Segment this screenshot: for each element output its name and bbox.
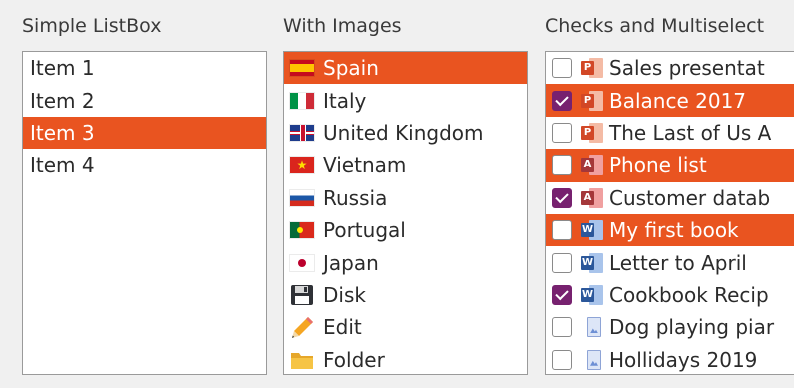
- list-item-cookbook-recipes[interactable]: W Cookbook Recip: [546, 279, 794, 311]
- list-item-phone-list[interactable]: A Phone list: [546, 149, 794, 182]
- checks-listbox[interactable]: P Sales presentat P Balance 2017 P The L…: [545, 51, 794, 375]
- list-item-label: Edit: [323, 315, 362, 340]
- list-item-hollidays-2019[interactable]: Hollidays 2019: [546, 344, 794, 374]
- item-checkbox[interactable]: [552, 284, 572, 305]
- powerpoint-icon: P: [581, 122, 603, 144]
- list-item-label: Russia: [323, 185, 388, 210]
- list-item-label: Balance 2017: [609, 88, 747, 113]
- item-checkbox[interactable]: [552, 90, 572, 111]
- word-icon: W: [581, 252, 603, 274]
- list-item-folder[interactable]: Folder: [284, 344, 527, 374]
- list-item-label: Disk: [323, 282, 366, 307]
- list-item-label: Item 1: [30, 56, 95, 81]
- list-item-label: The Last of Us A: [609, 120, 772, 145]
- pencil-icon: [290, 316, 314, 339]
- item-checkbox[interactable]: [552, 187, 572, 208]
- list-item-label: Item 2: [30, 88, 95, 113]
- simple-listbox[interactable]: Item 1 Item 2 Item 3 Item 4: [22, 51, 267, 375]
- japan-flag-icon: [290, 254, 314, 271]
- word-icon: W: [581, 284, 603, 306]
- vietnam-flag-icon: ★: [290, 157, 314, 174]
- list-item-label: Japan: [323, 250, 379, 275]
- folder-icon: [290, 349, 314, 371]
- list-item-1[interactable]: Item 1: [23, 52, 266, 84]
- spain-flag-icon: [290, 60, 314, 77]
- list-item-sales-presentation[interactable]: P Sales presentat: [546, 52, 794, 84]
- list-item-label: Italy: [323, 88, 367, 113]
- floppy-disk-icon: [290, 284, 314, 306]
- checks-listbox-title: Checks and Multiselect: [545, 15, 765, 37]
- simple-listbox-title: Simple ListBox: [22, 15, 162, 37]
- portugal-flag-icon: [290, 222, 314, 239]
- powerpoint-icon: P: [581, 90, 603, 112]
- list-item-label: Portugal: [323, 218, 406, 243]
- list-item-my-first-book[interactable]: W My first book: [546, 213, 794, 247]
- list-item-label: Cookbook Recip: [609, 282, 769, 307]
- italy-flag-icon: [290, 92, 314, 109]
- item-checkbox[interactable]: [552, 122, 572, 143]
- list-item-the-last-of-us[interactable]: P The Last of Us A: [546, 117, 794, 149]
- item-checkbox[interactable]: [552, 252, 572, 273]
- list-item-label: Folder: [323, 347, 385, 372]
- list-item-italy[interactable]: Italy: [284, 84, 527, 116]
- list-item-portugal[interactable]: Portugal: [284, 214, 527, 246]
- word-icon: W: [581, 219, 603, 241]
- list-item-russia[interactable]: Russia: [284, 182, 527, 214]
- list-item-uk[interactable]: United Kingdom: [284, 117, 527, 149]
- access-icon: A: [581, 154, 603, 176]
- russia-flag-icon: [290, 189, 314, 206]
- item-checkbox[interactable]: [552, 220, 572, 241]
- list-item-disk[interactable]: Disk: [284, 279, 527, 311]
- item-checkbox[interactable]: [552, 349, 572, 370]
- list-item-balance-2017[interactable]: P Balance 2017: [546, 84, 794, 117]
- list-item-label: Letter to April: [609, 250, 747, 275]
- images-listbox-title: With Images: [283, 15, 402, 37]
- list-item-spain[interactable]: Spain: [284, 52, 527, 85]
- list-item-japan[interactable]: Japan: [284, 246, 527, 278]
- list-item-label: Customer datab: [609, 185, 771, 210]
- image-file-icon: [581, 349, 603, 371]
- list-item-label: Phone list: [609, 153, 707, 178]
- list-item-label: Spain: [323, 56, 379, 81]
- list-item-label: Vietnam: [323, 153, 407, 178]
- list-item-label: Sales presentat: [609, 56, 765, 81]
- list-item-2[interactable]: Item 2: [23, 84, 266, 116]
- list-item-edit[interactable]: Edit: [284, 311, 527, 343]
- list-item-dog-playing-piano[interactable]: Dog playing piar: [546, 311, 794, 343]
- list-item-label: My first book: [609, 218, 739, 243]
- list-item-label: Hollidays 2019: [609, 347, 758, 372]
- list-item-label: Item 3: [30, 120, 95, 145]
- list-item-4[interactable]: Item 4: [23, 149, 266, 181]
- item-checkbox[interactable]: [552, 317, 572, 338]
- list-item-vietnam[interactable]: ★ Vietnam: [284, 149, 527, 181]
- list-item-letter-to-april[interactable]: W Letter to April: [546, 246, 794, 278]
- list-item-customer-database[interactable]: A Customer datab: [546, 182, 794, 214]
- list-item-label: Item 4: [30, 153, 95, 178]
- item-checkbox[interactable]: [552, 58, 572, 79]
- images-listbox[interactable]: Spain Italy United Kingdom ★ Vietnam Rus…: [283, 51, 528, 375]
- item-checkbox[interactable]: [552, 155, 572, 176]
- powerpoint-icon: P: [581, 57, 603, 79]
- access-icon: A: [581, 187, 603, 209]
- list-item-label: United Kingdom: [323, 120, 484, 145]
- image-file-icon: [581, 316, 603, 338]
- uk-flag-icon: [290, 124, 314, 141]
- list-item-3[interactable]: Item 3: [23, 116, 266, 150]
- list-item-label: Dog playing piar: [609, 315, 775, 340]
